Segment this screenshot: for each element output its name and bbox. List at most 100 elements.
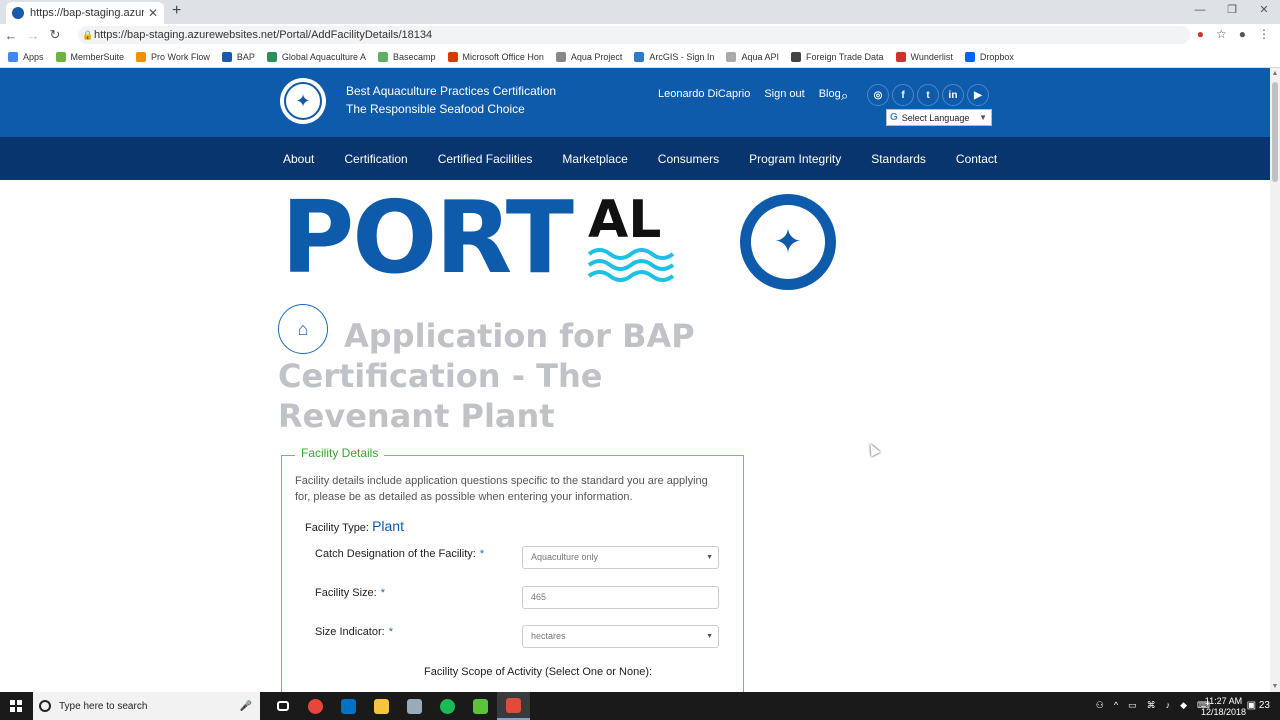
scroll-up-icon[interactable]: ▲ — [1270, 70, 1280, 77]
menu-icon[interactable]: ⋮ — [1258, 27, 1270, 41]
catch-label-text: Catch Designation of the Facility: — [315, 548, 476, 560]
reload-icon[interactable]: ↻ — [44, 27, 66, 43]
instagram-icon[interactable]: ◎ — [867, 84, 889, 106]
scroll-down-icon[interactable]: ▼ — [1270, 683, 1280, 690]
bookmark-label: Pro Work Flow — [151, 51, 210, 62]
battery-icon[interactable]: ▭ — [1128, 700, 1137, 711]
bookmark-item[interactable]: ArcGIS - Sign In — [634, 51, 714, 62]
facility-type-value: Plant — [372, 518, 404, 534]
new-tab-icon[interactable]: + — [172, 2, 181, 20]
facility-scope-label: Facility Scope of Activity (Select One o… — [424, 666, 653, 678]
bookmark-item[interactable]: Apps — [8, 51, 44, 62]
bookmark-item[interactable]: Foreign Trade Data — [790, 51, 884, 62]
bookmark-item[interactable]: Global Aquaculture A — [266, 51, 366, 62]
taskbar-app-file-explorer[interactable] — [365, 692, 398, 720]
language-select[interactable]: G Select Language ▼ — [886, 109, 992, 126]
facebook-icon[interactable]: f — [892, 84, 914, 106]
required-marker: * — [479, 548, 485, 560]
minimize-icon[interactable]: — — [1184, 0, 1216, 22]
bookmark-item[interactable]: Basecamp — [377, 51, 436, 62]
outlook-icon — [341, 698, 356, 714]
microphone-icon[interactable]: 🎤 — [240, 701, 252, 712]
forward-icon[interactable]: → — [22, 28, 44, 43]
taskbar-search[interactable]: Type here to search 🎤 — [33, 692, 260, 720]
bookmark-label: Foreign Trade Data — [805, 51, 884, 62]
restore-icon[interactable]: ❐ — [1216, 0, 1248, 22]
linkedin-icon[interactable]: in — [942, 84, 964, 106]
bookmark-star-icon[interactable]: ☆ — [1216, 27, 1227, 41]
bap-logo[interactable]: ✦ — [280, 78, 326, 124]
dropbox-tray-icon[interactable]: ◆ — [1180, 700, 1187, 711]
file-explorer-icon — [374, 698, 389, 714]
lock-icon: 🔒 — [82, 30, 94, 40]
extension-icon[interactable]: ● — [1197, 27, 1204, 41]
scroll-thumb[interactable] — [1272, 82, 1278, 182]
bookmark-item[interactable]: MemberSuite — [55, 51, 124, 62]
bookmark-favicon-icon — [55, 51, 66, 62]
bookmark-item[interactable]: BAP — [221, 51, 255, 62]
search-icon[interactable]: ⌕ — [841, 88, 848, 104]
social-links: ◎ f t in ▶ — [867, 84, 989, 106]
catch-designation-select[interactable]: Aquaculture only ▼ — [522, 546, 719, 569]
size-label-text: Facility Size: — [315, 587, 377, 599]
brand-tagline: The Responsible Seafood Choice — [346, 102, 525, 116]
bookmark-item[interactable]: Microsoft Office Hon — [447, 51, 544, 62]
bookmark-favicon-icon — [221, 51, 232, 62]
close-window-icon[interactable]: ✕ — [1248, 0, 1280, 22]
profile-icon[interactable]: ● — [1239, 27, 1246, 41]
nav-item-contact[interactable]: Contact — [956, 152, 997, 166]
network-icon[interactable]: ⌘ — [1147, 700, 1156, 711]
windows-start-icon[interactable] — [10, 700, 22, 712]
youtube-icon[interactable]: ▶ — [967, 84, 989, 106]
bookmark-item[interactable]: Aqua API — [726, 51, 779, 62]
bookmark-item[interactable]: Aqua Project — [555, 51, 623, 62]
nav-item-certification[interactable]: Certification — [344, 152, 407, 166]
nav-item-marketplace[interactable]: Marketplace — [562, 152, 627, 166]
taskbar-app-camtasia-recorder[interactable] — [497, 692, 530, 720]
nav-item-about[interactable]: About — [283, 152, 314, 166]
nav-item-program-integrity[interactable]: Program Integrity — [749, 152, 841, 166]
taskbar-app-outlook[interactable] — [332, 692, 365, 720]
browser-tab-bar: https://bap-staging.azurewebsites ✕ + — … — [0, 0, 1280, 24]
bookmark-favicon-icon — [447, 51, 458, 62]
nav-item-consumers[interactable]: Consumers — [658, 152, 719, 166]
catch-designation-label: Catch Designation of the Facility: * — [315, 548, 484, 560]
taskbar-app-task-view[interactable] — [266, 692, 299, 720]
tray-chevron-icon[interactable]: ^ — [1114, 700, 1118, 711]
bookmark-item[interactable]: Dropbox — [964, 51, 1014, 62]
sign-out-link[interactable]: Sign out — [764, 88, 804, 100]
nav-item-certified-facilities[interactable]: Certified Facilities — [438, 152, 533, 166]
bookmark-favicon-icon — [136, 51, 147, 62]
people-icon[interactable]: ⚇ — [1096, 700, 1104, 711]
chevron-down-icon: ▼ — [706, 554, 713, 561]
taskbar-clock[interactable]: 11:27 AM 12/18/2018 — [1201, 696, 1246, 718]
bookmark-label: Microsoft Office Hon — [462, 51, 544, 62]
notification-center-icon[interactable]: ▣ 23 — [1247, 700, 1270, 711]
browser-tab[interactable]: https://bap-staging.azurewebsites ✕ — [6, 2, 164, 24]
size-indicator-select[interactable]: hectares ▼ — [522, 625, 719, 648]
facility-size-value: 465 — [531, 592, 547, 602]
volume-icon[interactable]: ♪ — [1166, 700, 1171, 711]
close-tab-icon[interactable]: ✕ — [148, 6, 158, 20]
required-marker: * — [388, 626, 393, 638]
taskbar-app-chrome[interactable] — [299, 692, 332, 720]
back-icon[interactable]: ← — [0, 28, 22, 43]
bookmark-label: Aqua Project — [570, 51, 623, 62]
twitter-icon[interactable]: t — [917, 84, 939, 106]
facility-size-input[interactable]: 465 — [522, 586, 719, 609]
taskbar-app-app[interactable] — [398, 692, 431, 720]
bookmark-favicon-icon — [266, 51, 277, 62]
user-name-link[interactable]: Leonardo DiCaprio — [658, 88, 750, 100]
nav-item-standards[interactable]: Standards — [871, 152, 926, 166]
blog-link[interactable]: Blog — [819, 88, 841, 100]
bookmark-item[interactable]: Wunderlist — [895, 51, 953, 62]
page-scrollbar[interactable]: ▲ ▼ — [1270, 68, 1280, 692]
taskbar-app-camtasia[interactable] — [464, 692, 497, 720]
bookmark-favicon-icon — [634, 51, 645, 62]
url-field[interactable]: 🔒 https://bap-staging.azurewebsites.net/… — [78, 26, 1190, 44]
bap-favicon-icon — [12, 7, 24, 19]
bookmark-item[interactable]: Pro Work Flow — [136, 51, 210, 62]
taskbar-app-spotify[interactable] — [431, 692, 464, 720]
fish-seal-icon: ✦ — [751, 205, 825, 279]
bookmark-label: BAP — [236, 51, 255, 62]
